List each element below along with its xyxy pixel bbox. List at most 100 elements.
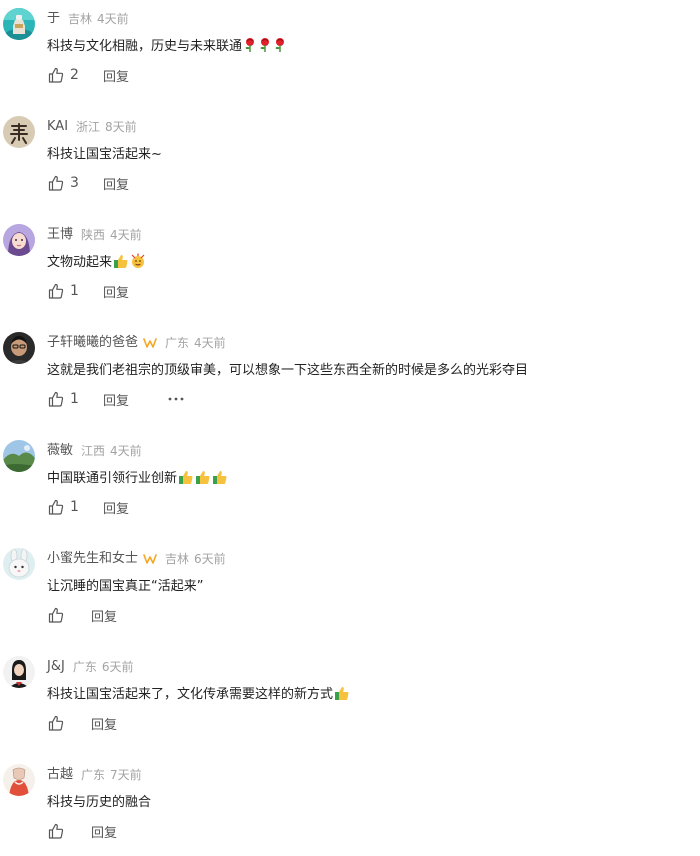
like-count: 1 [70, 283, 79, 299]
like-button[interactable] [47, 822, 91, 840]
reply-button[interactable]: 回复 [91, 822, 117, 841]
comment-item: 子轩曦曦的爸爸 广东 4天前 这就是我们老祖宗的顶级审美，可以想象一下这些东西全… [0, 324, 700, 424]
avatar[interactable] [3, 548, 35, 580]
rose-icon [258, 37, 272, 60]
comment-actions: 1 回复 [47, 497, 129, 517]
comment-text-body: 科技让国宝活起来~ [47, 147, 162, 162]
comment-text-body: 中国联通引领行业创新 [47, 471, 178, 486]
comment-text: 文物动起来 [47, 253, 146, 273]
username[interactable]: 薇敏 [47, 442, 73, 460]
comment-meta: 子轩曦曦的爸爸 广东 4天前 [47, 334, 226, 352]
comment-item: 小蜜先生和女士 吉林 6天前 让沉睡的国宝真正“活起来” 回复 [0, 540, 700, 640]
like-button[interactable]: 3 [47, 174, 103, 192]
username[interactable]: 小蜜先生和女士 [47, 550, 138, 568]
like-count: 1 [70, 499, 79, 515]
reply-button[interactable]: 回复 [103, 66, 129, 85]
thumbs-up-icon [48, 607, 64, 623]
avatar[interactable] [3, 332, 35, 364]
comment-text-body: 科技让国宝活起来了，文化传承需要这样的新方式 [47, 687, 334, 702]
comment-meta: 王博 陕西 4天前 [47, 226, 142, 244]
reply-button[interactable]: 回复 [91, 606, 117, 625]
comment-actions: 2 回复 [47, 65, 129, 85]
comment-actions: 回复 [47, 605, 117, 625]
comment-text-body: 让沉睡的国宝真正“活起来” [47, 579, 204, 594]
anime-girl-avatar-icon [3, 224, 35, 256]
comment-meta: 于 吉林 4天前 [47, 10, 129, 28]
like-button[interactable]: 1 [47, 390, 103, 408]
timestamp: 8天前 [105, 120, 137, 134]
comment-text-body: 科技与文化相融，历史与未来联通 [47, 39, 243, 54]
comment-actions: 1 回复 [47, 389, 185, 409]
username[interactable]: 于 [47, 10, 60, 28]
comment-text: 科技与历史的融合 [47, 793, 151, 813]
timestamp: 4天前 [97, 12, 129, 26]
thumbs-up-emoji-icon [212, 469, 228, 492]
reply-button[interactable]: 回复 [91, 714, 117, 733]
avatar[interactable] [3, 656, 35, 688]
location: 吉林 [68, 12, 93, 26]
like-count: 2 [70, 67, 79, 83]
like-button[interactable]: 1 [47, 282, 103, 300]
username[interactable]: KAI [47, 118, 68, 136]
comment-meta: 小蜜先生和女士 吉林 6天前 [47, 550, 226, 568]
reply-button[interactable]: 回复 [103, 498, 129, 517]
comment-text: 这就是我们老祖宗的顶级审美，可以想象一下这些东西全新的时候是多么的光彩夺目 [47, 361, 528, 381]
like-button[interactable] [47, 606, 91, 624]
comment-text: 科技与文化相融，历史与未来联通 [47, 37, 287, 57]
calligraphy-avatar-icon [3, 116, 35, 148]
like-count: 1 [70, 391, 79, 407]
location: 江西 [81, 444, 106, 458]
verified-badge-icon [143, 337, 157, 349]
comment-meta: 薇敏 江西 4天前 [47, 442, 142, 460]
rose-icon [243, 37, 257, 60]
avatar[interactable] [3, 440, 35, 472]
thumbs-up-icon [48, 67, 64, 83]
thumbs-up-emoji-icon [178, 469, 194, 492]
thumbs-up-icon [48, 499, 64, 515]
thumbs-up-icon [48, 715, 64, 731]
comment-meta: KAI 浙江 8天前 [47, 118, 137, 136]
username[interactable]: J&J [47, 658, 65, 676]
avatar[interactable] [3, 224, 35, 256]
thumbs-up-emoji-icon [113, 253, 129, 276]
avatar[interactable] [3, 764, 35, 796]
comment-text-body: 这就是我们老祖宗的顶级审美，可以想象一下这些东西全新的时候是多么的光彩夺目 [47, 363, 529, 378]
comment-text-body: 文物动起来 [47, 255, 113, 270]
reply-button[interactable]: 回复 [103, 174, 129, 193]
location: 广东 [165, 336, 190, 350]
comment-text: 科技让国宝活起来了，文化传承需要这样的新方式 [47, 685, 350, 705]
timestamp: 6天前 [101, 660, 134, 674]
bunny-avatar-icon [3, 548, 35, 580]
reply-button[interactable]: 回复 [103, 282, 129, 301]
username[interactable]: 王博 [47, 226, 73, 244]
landscape-avatar-icon [3, 440, 35, 472]
thumbs-up-emoji-icon [334, 685, 350, 708]
avatar[interactable] [3, 116, 35, 148]
like-button[interactable]: 2 [47, 66, 103, 84]
like-button[interactable]: 1 [47, 498, 103, 516]
comment-text-body: 科技与历史的融合 [47, 795, 152, 810]
comment-actions: 回复 [47, 821, 117, 841]
comment-actions: 回复 [47, 713, 117, 733]
comment-meta: 古越 广东 7天前 [47, 766, 142, 784]
username[interactable]: 古越 [47, 766, 73, 784]
comment-meta: J&J 广东 6天前 [47, 658, 133, 676]
rose-icon [273, 37, 287, 60]
location: 吉林 [165, 552, 190, 566]
like-button[interactable] [47, 714, 91, 732]
celebrate-emoji-icon [130, 253, 146, 276]
comment-actions: 1 回复 [47, 281, 129, 301]
comment-item: KAI 浙江 8天前 科技让国宝活起来~ 3 回复 [0, 108, 700, 208]
timestamp: 4天前 [110, 444, 142, 458]
reply-button[interactable]: 回复 [103, 390, 129, 409]
more-options-button[interactable] [167, 390, 185, 408]
verified-badge-icon [143, 553, 157, 565]
username[interactable]: 子轩曦曦的爸爸 [47, 334, 138, 352]
location: 陕西 [81, 228, 106, 242]
comment-item: 于 吉林 4天前 科技与文化相融，历史与未来联通 2 回复 [0, 0, 700, 100]
comment-text: 中国联通引领行业创新 [47, 469, 228, 489]
comment-item: 王博 陕西 4天前 文物动起来 1 回复 [0, 216, 700, 316]
timestamp: 4天前 [110, 228, 142, 242]
avatar[interactable] [3, 8, 35, 40]
location: 广东 [81, 768, 106, 782]
